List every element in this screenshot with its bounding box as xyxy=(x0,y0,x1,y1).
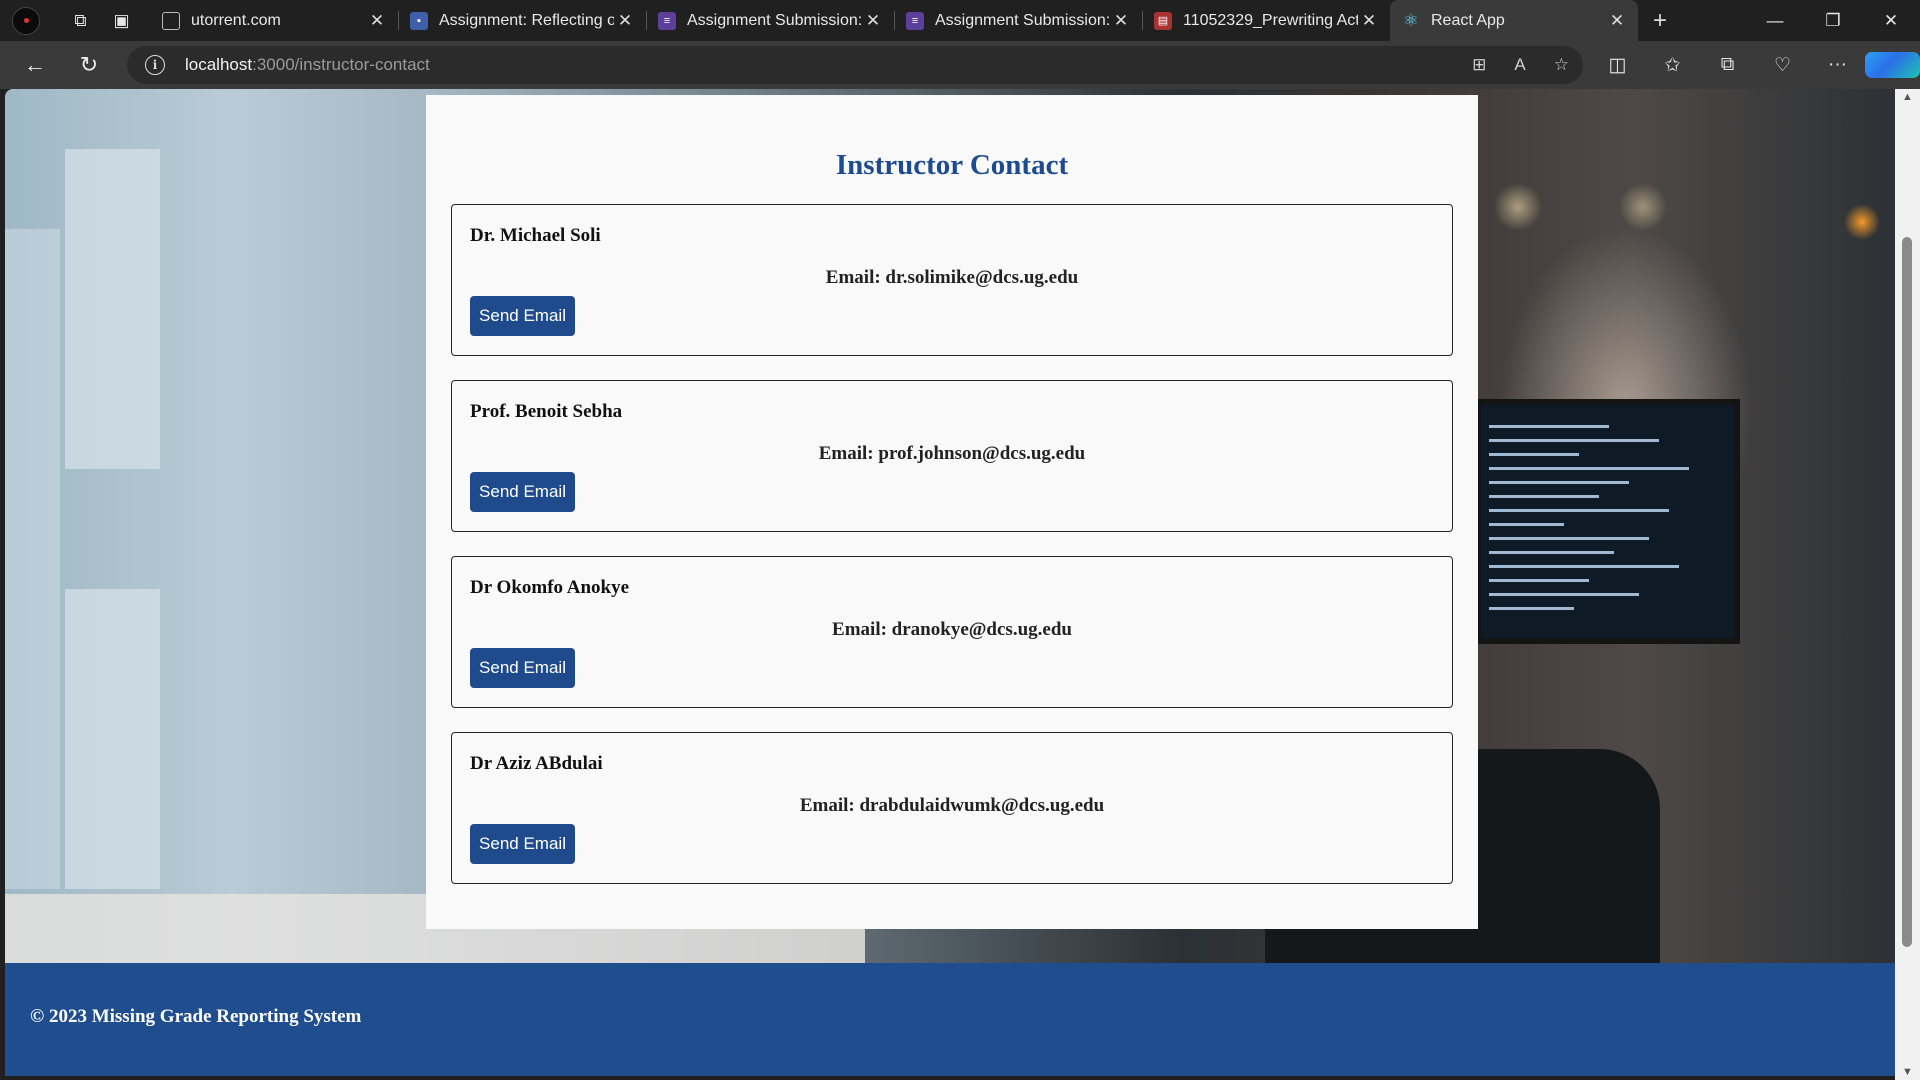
pdf-icon: ▤ xyxy=(1154,11,1172,30)
footer-copyright: © 2023 Missing Grade Reporting System xyxy=(30,1006,362,1027)
apps-icon[interactable]: ⊞ xyxy=(1472,55,1486,75)
omnibox-actions: ⊞ A ☆ xyxy=(1472,46,1569,84)
tab-assignment-submission-2[interactable]: ≡ Assignment Submission: I ✕ xyxy=(894,0,1142,41)
address-bar: ← ↻ i localhost:3000/instructor-contact … xyxy=(0,41,1920,89)
scrollbar-thumb[interactable] xyxy=(1902,237,1912,947)
list-icon: ≡ xyxy=(658,11,676,30)
monitor-photo-detail xyxy=(1475,399,1740,644)
tab-assignment-submission-1[interactable]: ≡ Assignment Submission: I ✕ xyxy=(646,0,894,41)
more-menu-icon[interactable]: ··· xyxy=(1810,54,1865,76)
url-text: localhost:3000/instructor-contact xyxy=(185,55,430,74)
instructor-email: Email: dranokye@dcs.ug.edu xyxy=(832,619,1072,640)
back-arrow-icon[interactable]: ← xyxy=(8,41,62,89)
tab-title: Assignment Submission: I xyxy=(935,11,1110,29)
instructor-card: Dr Okomfo Anokye Email: dranokye@dcs.ug.… xyxy=(451,556,1453,708)
close-icon[interactable]: ✕ xyxy=(1606,11,1628,31)
split-screen-icon[interactable]: ◫ xyxy=(1590,54,1645,77)
tab-title: Assignment Submission: I xyxy=(687,11,862,29)
list-icon: ≡ xyxy=(906,11,924,30)
tab-prewriting-pdf[interactable]: ▤ 11052329_Prewriting Acti ✕ xyxy=(1142,0,1390,41)
react-icon: ⚛ xyxy=(1403,10,1419,30)
instructor-name: Prof. Benoit Sebha xyxy=(470,401,623,422)
scroll-up-arrow-icon[interactable]: ▲ xyxy=(1895,91,1920,103)
close-icon[interactable]: ✕ xyxy=(1358,11,1380,31)
send-email-button[interactable]: Send Email xyxy=(470,296,575,336)
profile-avatar[interactable] xyxy=(12,6,40,35)
restore-icon[interactable]: ❐ xyxy=(1804,0,1862,41)
page-scrollbar[interactable]: ▲ ▼ xyxy=(1895,89,1920,1080)
page-icon xyxy=(162,11,180,30)
site-info-icon[interactable]: i xyxy=(145,55,165,75)
close-icon[interactable]: ✕ xyxy=(1110,11,1132,31)
url-input[interactable]: i localhost:3000/instructor-contact ⊞ A … xyxy=(127,46,1583,84)
favorites-icon[interactable]: ✩ xyxy=(1645,54,1700,77)
close-icon[interactable]: ✕ xyxy=(614,11,636,31)
workspaces-icon[interactable]: ⧉ xyxy=(60,0,101,41)
tab-title: 11052329_Prewriting Acti xyxy=(1183,11,1358,29)
instructor-name: Dr Okomfo Anokye xyxy=(470,577,630,598)
tab-title: React App xyxy=(1431,11,1505,29)
instructor-name: Dr Aziz ABdulai xyxy=(470,753,603,774)
copilot-icon[interactable] xyxy=(1865,52,1920,78)
page-footer: © 2023 Missing Grade Reporting System xyxy=(5,963,1900,1076)
tab-bar: ⧉ ▣ utorrent.com ✕ ▪ Assignment: Reflect… xyxy=(0,0,1920,41)
minimize-icon[interactable]: — xyxy=(1746,0,1804,41)
refresh-icon[interactable]: ↻ xyxy=(62,41,116,89)
browser-essentials-icon[interactable]: ♡ xyxy=(1755,54,1810,77)
collections-icon[interactable]: ⧉ xyxy=(1700,54,1755,76)
favorite-star-icon[interactable]: ☆ xyxy=(1554,55,1569,75)
page-viewport: Instructor Contact Dr. Michael Soli Emai… xyxy=(5,89,1900,1076)
browser-toolbar: ◫ ✩ ⧉ ♡ ··· xyxy=(1590,41,1920,89)
send-email-button[interactable]: Send Email xyxy=(470,648,575,688)
instructor-email: Email: drabdulaidwumk@dcs.ug.edu xyxy=(799,795,1105,816)
assignment-icon: ▪ xyxy=(410,11,428,30)
vertical-tabs-icon[interactable]: ▣ xyxy=(101,0,142,41)
window-controls: — ❐ ✕ xyxy=(1746,0,1920,41)
send-email-button[interactable]: Send Email xyxy=(470,824,575,864)
tab-assignment-reflecting[interactable]: ▪ Assignment: Reflecting or ✕ xyxy=(398,0,646,41)
tab-react-app[interactable]: ⚛ React App ✕ xyxy=(1390,0,1638,41)
close-icon[interactable]: ✕ xyxy=(862,11,884,31)
instructor-card: Dr. Michael Soli Email: dr.solimike@dcs.… xyxy=(451,204,1453,356)
scroll-down-arrow-icon[interactable]: ▼ xyxy=(1895,1066,1920,1078)
instructor-card: Prof. Benoit Sebha Email: prof.johnson@d… xyxy=(451,380,1453,532)
new-tab-icon[interactable]: + xyxy=(1638,0,1682,41)
close-icon[interactable]: ✕ xyxy=(366,11,388,31)
instructor-name: Dr. Michael Soli xyxy=(470,225,601,246)
instructor-email: Email: dr.solimike@dcs.ug.edu xyxy=(825,267,1079,288)
page-title: Instructor Contact xyxy=(835,149,1069,181)
tab-title: utorrent.com xyxy=(191,11,281,29)
read-aloud-icon[interactable]: A xyxy=(1514,55,1525,75)
contact-panel: Instructor Contact Dr. Michael Soli Emai… xyxy=(426,95,1478,929)
send-email-button[interactable]: Send Email xyxy=(470,472,575,512)
tab-title: Assignment: Reflecting or xyxy=(439,11,614,29)
instructor-email: Email: prof.johnson@dcs.ug.edu xyxy=(818,443,1086,464)
instructor-card: Dr Aziz ABdulai Email: drabdulaidwumk@dc… xyxy=(451,732,1453,884)
close-window-icon[interactable]: ✕ xyxy=(1862,0,1920,41)
tab-utorrent[interactable]: utorrent.com ✕ xyxy=(150,0,398,41)
